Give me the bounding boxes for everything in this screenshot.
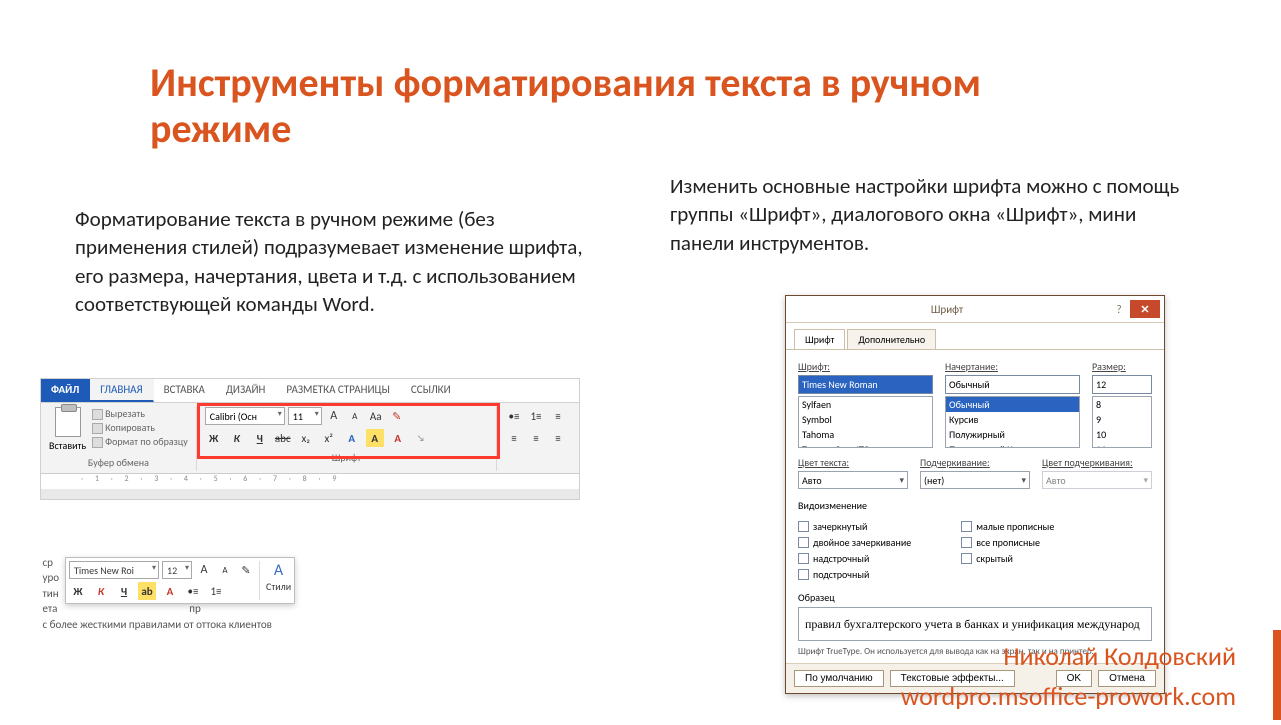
underline-button[interactable]: Ч xyxy=(251,429,269,447)
styles-icon: A xyxy=(274,561,283,580)
underline-color-select[interactable]: Авто xyxy=(1042,471,1152,489)
mini-shrink-font[interactable]: A xyxy=(216,561,234,579)
doc-corner xyxy=(41,489,579,499)
label-style: Начертание: xyxy=(945,360,1080,373)
mini-bullets[interactable]: •≡ xyxy=(184,582,202,600)
mini-underline[interactable]: Ч xyxy=(115,582,133,600)
italic-button[interactable]: К xyxy=(228,429,246,447)
grow-font-button[interactable]: A xyxy=(325,407,343,425)
font-size-input[interactable]: 12 xyxy=(1092,375,1152,394)
chk-smallcaps[interactable]: малые прописные xyxy=(961,520,1054,533)
font-style-input[interactable]: Обычный xyxy=(945,375,1080,394)
label-mods: Видоизменение xyxy=(798,499,1152,512)
mini-numbering[interactable]: 1≡ xyxy=(207,582,225,600)
tab-design[interactable]: ДИЗАЙН xyxy=(216,379,277,402)
site-url: wordpro.msoffice-prowork.com xyxy=(901,680,1236,712)
tab-home[interactable]: ГЛАВНАЯ xyxy=(90,379,153,402)
tab-file[interactable]: ФАЙЛ xyxy=(41,379,90,402)
text-effects-button[interactable]: A xyxy=(343,429,361,447)
highlight-button[interactable]: A xyxy=(366,429,384,447)
mini-font-color[interactable]: A xyxy=(161,582,179,600)
label-underline-color: Цвет подчеркивания: xyxy=(1042,456,1152,469)
group-clipboard-label: Буфер обмена xyxy=(88,456,149,469)
copy-button[interactable]: Копировать xyxy=(92,421,188,434)
mini-italic[interactable]: К xyxy=(92,582,110,600)
change-case-button[interactable]: Aa xyxy=(367,407,385,425)
bold-button[interactable]: Ж xyxy=(205,429,223,447)
multilevel-button[interactable]: ≡ xyxy=(549,407,567,425)
font-color-select[interactable]: Авто xyxy=(798,471,908,489)
mini-grow-font[interactable]: A xyxy=(195,561,213,579)
label-color: Цвет текста: xyxy=(798,456,908,469)
help-button[interactable]: ? xyxy=(1108,303,1130,316)
right-paragraph: Изменить основные настройки шрифта можно… xyxy=(670,172,1205,257)
font-name-combo[interactable]: Calibri (Осн xyxy=(205,407,285,425)
close-button[interactable]: ✕ xyxy=(1130,300,1160,318)
strike-button[interactable]: abc xyxy=(274,429,292,447)
align-left-button[interactable]: ≡ xyxy=(505,429,523,447)
left-paragraph: Форматирование текста в ручном режиме (б… xyxy=(75,205,595,318)
font-name-list[interactable]: Sylfaen Symbol Tahoma Tempus Sans ITC Ti… xyxy=(798,396,933,448)
clear-formatting-button[interactable]: ✎ xyxy=(388,407,406,425)
label-font: Шрифт: xyxy=(798,360,933,373)
tab-advanced[interactable]: Дополнительно xyxy=(847,329,936,349)
chk-hidden[interactable]: скрытый xyxy=(961,552,1054,565)
subscript-button[interactable]: x₂ xyxy=(297,429,315,447)
shrink-font-button[interactable]: A xyxy=(346,407,364,425)
font-name-input[interactable]: Times New Roman xyxy=(798,375,933,394)
tab-references[interactable]: ССЫЛКИ xyxy=(401,379,462,402)
group-font-label: Шрифт xyxy=(332,451,361,464)
slide-title: Инструменты форматирования текста в ручн… xyxy=(150,60,1050,152)
superscript-button[interactable]: x² xyxy=(320,429,338,447)
mini-font-size[interactable]: 12 xyxy=(162,561,192,579)
numbering-button[interactable]: 1≡ xyxy=(527,407,545,425)
tab-font[interactable]: Шрифт xyxy=(794,329,845,349)
author-name: Николай Колдовский xyxy=(1003,640,1236,672)
default-button[interactable]: По умолчанию xyxy=(794,670,884,687)
mini-toolbar-area: ср о ус уро вов тин ниси ета xyxy=(40,555,440,632)
font-size-list[interactable]: 8 9 10 11 12 xyxy=(1092,396,1152,448)
ruler: · 1 · 2 · 3 · 4 · 5 · 6 · 7 · 8 · 9 xyxy=(41,473,579,489)
align-center-button[interactable]: ≡ xyxy=(527,429,545,447)
font-dialog: Шрифт ? ✕ Шрифт Дополнительно Шрифт: Tim… xyxy=(785,295,1165,694)
format-painter-button[interactable]: Формат по образцу xyxy=(92,435,188,448)
font-dialog-launcher[interactable]: ↘ xyxy=(412,429,430,447)
chk-strike[interactable]: зачеркнутый xyxy=(798,520,911,533)
mini-bold[interactable]: Ж xyxy=(69,582,87,600)
chk-allcaps[interactable]: все прописные xyxy=(961,536,1054,549)
mini-font-name[interactable]: Times New Roi xyxy=(69,561,159,579)
font-style-list[interactable]: Обычный Курсив Полужирный Полужирный Кур… xyxy=(945,396,1080,448)
label-sample: Образец xyxy=(798,591,1152,604)
sample-preview: правил бухгалтерского учета в банках и у… xyxy=(798,607,1152,641)
mini-format-painter[interactable]: ✎ xyxy=(237,561,255,579)
dialog-title: Шрифт xyxy=(786,303,1108,316)
accent-bar xyxy=(1273,630,1281,720)
mini-styles-button[interactable]: A Стили xyxy=(259,561,291,600)
paste-button[interactable]: Вставить xyxy=(49,439,86,452)
mini-toolbar: Times New Roi 12 A A ✎ Ж К Ч ab A •≡ 1≡ … xyxy=(65,557,295,604)
font-color-button[interactable]: A xyxy=(389,429,407,447)
chk-double-strike[interactable]: двойное зачеркивание xyxy=(798,536,911,549)
align-right-button[interactable]: ≡ xyxy=(549,429,567,447)
label-underline: Подчеркивание: xyxy=(920,456,1030,469)
chk-superscript[interactable]: надстрочный xyxy=(798,552,911,565)
font-size-combo[interactable]: 11 xyxy=(288,407,322,425)
underline-select[interactable]: (нет) xyxy=(920,471,1030,489)
cut-button[interactable]: Вырезать xyxy=(92,407,188,420)
tab-layout[interactable]: РАЗМЕТКА СТРАНИЦЫ xyxy=(276,379,401,402)
paste-icon[interactable] xyxy=(55,407,81,437)
tab-insert[interactable]: ВСТАВКА xyxy=(154,379,216,402)
label-size: Размер: xyxy=(1092,360,1152,373)
mini-highlight[interactable]: ab xyxy=(138,582,156,600)
bullets-button[interactable]: •≡ xyxy=(505,407,523,425)
chk-subscript[interactable]: подстрочный xyxy=(798,568,911,581)
word-ribbon: ФАЙЛ ГЛАВНАЯ ВСТАВКА ДИЗАЙН РАЗМЕТКА СТР… xyxy=(40,378,580,500)
